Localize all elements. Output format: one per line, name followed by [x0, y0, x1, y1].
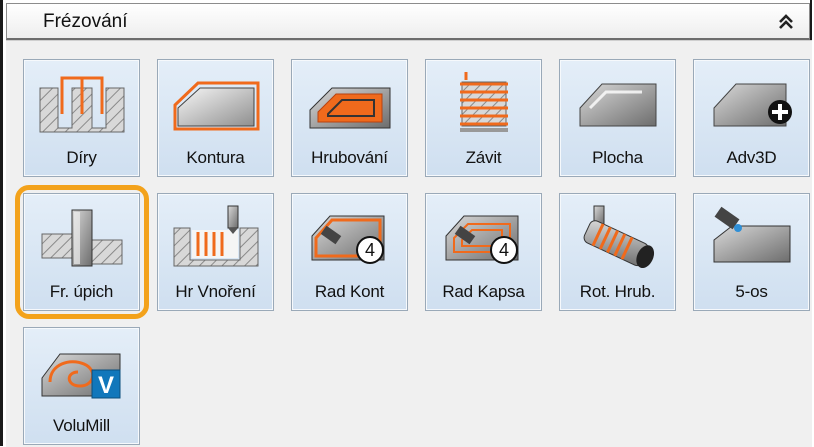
panel-body: Díry Kontura Hrubování Závit Plocha Adv3… — [6, 40, 812, 447]
tile-hrubovani[interactable]: Hrubování — [291, 59, 408, 177]
tile-kontura[interactable]: Kontura — [157, 59, 274, 177]
tile-rad-kont[interactable]: 4 Rad Kont — [291, 193, 408, 311]
tile-label: VoluMill — [53, 416, 110, 435]
tile-zavit[interactable]: Závit — [425, 59, 542, 177]
tile-label: Rot. Hrub. — [579, 282, 656, 301]
rotary-rough-icon — [583, 205, 655, 268]
tile-adv3d[interactable]: Adv3D — [693, 59, 810, 177]
tile-hr-vnoreni[interactable]: Hr Vnoření — [157, 193, 274, 311]
adv3d-icon — [713, 83, 792, 127]
contour-icon — [173, 81, 260, 131]
tile-rad-kapsa[interactable]: 4 Rad Kapsa — [425, 193, 542, 311]
tile-label: Hr Vnoření — [175, 282, 256, 301]
radial-pocket-icon: 4 — [445, 215, 519, 264]
tile-label: Rad Kont — [314, 282, 385, 301]
tile-diry[interactable]: Díry — [23, 59, 140, 177]
panel-title: Frézování — [43, 11, 128, 32]
tile-volumill[interactable]: V VoluMill — [23, 327, 140, 445]
tile-label: 5-os — [735, 282, 768, 301]
tile-label: Adv3D — [726, 148, 777, 167]
tile-rot-hrub[interactable]: Rot. Hrub. — [559, 193, 676, 311]
tile-label: Závit — [465, 148, 502, 167]
tile-label: Hrubování — [311, 148, 388, 167]
selection-highlight — [15, 185, 149, 319]
volumill-icon: V — [41, 353, 121, 399]
tile-label: Plocha — [592, 148, 643, 167]
thread-icon — [460, 72, 508, 132]
tile-label: Kontura — [186, 148, 245, 167]
svg-text:V: V — [98, 372, 114, 399]
milling-panel: Frézování Díry Kontura Hrubování Závit P… — [0, 0, 812, 447]
five-axis-icon — [713, 206, 791, 263]
svg-text:4: 4 — [499, 240, 509, 260]
radial-contour-icon: 4 — [311, 215, 385, 264]
tile-label: Díry — [66, 148, 97, 167]
double-chevron-up-icon[interactable] — [773, 10, 799, 34]
tile-5-os[interactable]: 5-os — [693, 193, 810, 311]
plunge-rough-icon — [173, 205, 259, 267]
tile-label: Rad Kapsa — [442, 282, 525, 301]
tile-plocha[interactable]: Plocha — [559, 59, 676, 177]
roughing-icon — [309, 87, 391, 129]
drill-holes-icon — [39, 76, 125, 133]
face-icon — [579, 83, 657, 127]
svg-text:4: 4 — [365, 240, 375, 260]
panel-header[interactable]: Frézování — [6, 3, 810, 40]
